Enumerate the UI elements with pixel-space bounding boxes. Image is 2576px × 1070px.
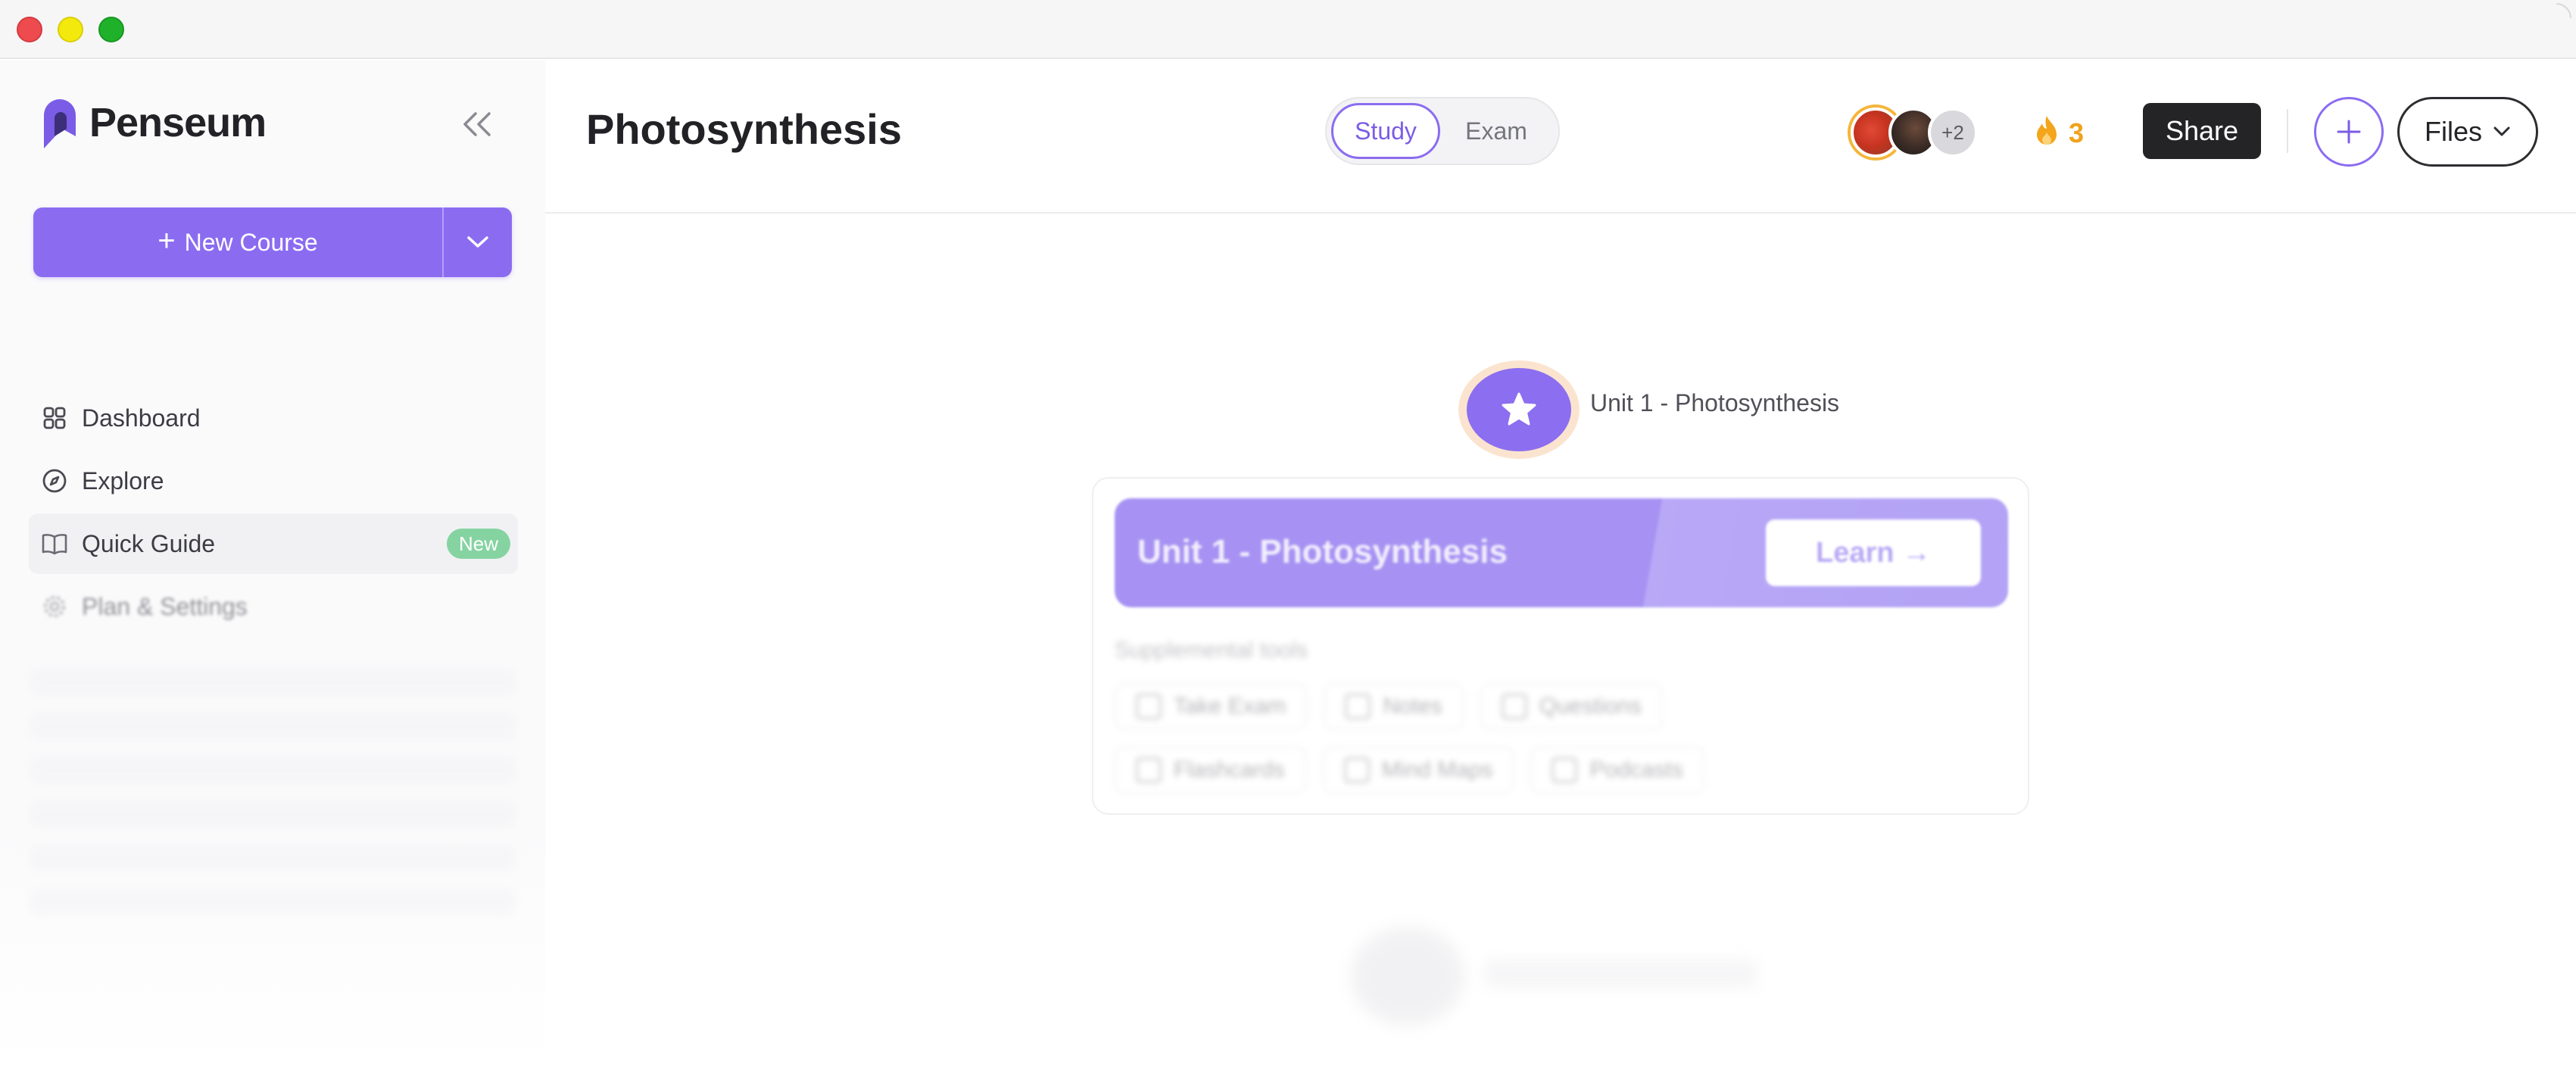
sidebar-nav: Dashboard Explore Quick Guide New Plan &… <box>29 388 518 639</box>
new-course-dropdown-button[interactable] <box>442 207 512 277</box>
learn-button[interactable]: Learn → <box>1766 519 1981 586</box>
sidebar-item-label: Plan & Settings <box>82 592 248 620</box>
sidebar-item-label: Explore <box>82 466 164 494</box>
unit-node-label: Unit 1 - Photosynthesis <box>1590 389 1840 416</box>
add-button[interactable] <box>2314 97 2384 167</box>
next-unit-label <box>1484 960 1757 987</box>
new-course-label: New Course <box>184 228 318 256</box>
sidebar-item-label: Dashboard <box>82 404 201 432</box>
new-course-split-button: + New Course <box>33 207 512 277</box>
header-divider <box>2287 109 2288 153</box>
chevron-down-icon <box>2493 126 2510 136</box>
collapse-sidebar-button[interactable] <box>453 100 501 148</box>
tool-label: Podcasts <box>1589 757 1683 782</box>
notes-icon <box>1345 694 1371 719</box>
sidebar-item-label: Quick Guide <box>82 529 216 557</box>
page-title: Photosynthesis <box>586 105 902 153</box>
streak-counter[interactable]: 3 <box>2034 112 2084 154</box>
unit-card: Unit 1 - Photosynthesis Learn → Suppleme… <box>1092 477 2029 815</box>
close-window-button[interactable] <box>17 17 42 42</box>
maximize-window-button[interactable] <box>98 17 124 42</box>
supplemental-tools: Supplemental tools Take Exam Notes Quest… <box>1115 638 2008 810</box>
minimize-window-button[interactable] <box>58 17 83 42</box>
unit-node-inner <box>1467 368 1571 451</box>
new-badge: New <box>446 529 510 559</box>
brand-name: Penseum <box>89 100 267 145</box>
compass-icon <box>41 467 68 494</box>
plus-icon: + <box>157 223 176 257</box>
star-icon <box>1502 392 1536 426</box>
sidebar-item-explore[interactable]: Explore <box>29 451 518 511</box>
tab-study[interactable]: Study <box>1331 103 1440 159</box>
files-label: Files <box>2424 116 2482 147</box>
mind-maps-button[interactable]: Mind Maps <box>1322 747 1514 794</box>
tab-exam[interactable]: Exam <box>1440 103 1552 159</box>
flame-icon <box>2034 114 2060 153</box>
tool-label: Questions <box>1539 694 1642 719</box>
exam-icon <box>1136 694 1162 719</box>
mind-map-icon <box>1343 757 1370 783</box>
sidebar-course-list-placeholder <box>15 651 530 1000</box>
questions-button[interactable]: Questions <box>1480 683 1663 730</box>
gear-icon <box>41 593 68 620</box>
supplemental-tools-label: Supplemental tools <box>1115 638 1308 663</box>
next-unit-node <box>1351 927 1464 1025</box>
book-icon <box>41 530 68 557</box>
take-exam-button[interactable]: Take Exam <box>1115 683 1308 730</box>
tool-row: Flashcards Mind Maps Podcasts <box>1115 747 2008 794</box>
unit-banner: Unit 1 - Photosynthesis Learn → <box>1115 498 2008 607</box>
chevron-down-icon <box>467 236 488 248</box>
tool-label: Mind Maps <box>1381 757 1493 782</box>
collaborator-avatars[interactable]: +2 <box>1851 103 2002 161</box>
podcasts-button[interactable]: Podcasts <box>1530 747 1704 794</box>
penseum-logo-icon <box>39 95 80 150</box>
flashcards-icon <box>1136 757 1162 783</box>
tool-label: Take Exam <box>1174 694 1286 719</box>
window-titlebar <box>0 0 2576 59</box>
new-course-button[interactable]: + New Course <box>33 207 442 277</box>
unit-node[interactable] <box>1458 360 1580 459</box>
notes-button[interactable]: Notes <box>1324 683 1464 730</box>
microphone-icon <box>1552 757 1578 783</box>
tool-label: Notes <box>1383 694 1442 719</box>
unit-card-title: Unit 1 - Photosynthesis <box>1137 533 1508 570</box>
sidebar: Penseum + New Course Dashboard Explore Q… <box>0 61 545 1070</box>
window-corner <box>2556 3 2571 18</box>
sidebar-item-dashboard[interactable]: Dashboard <box>29 388 518 448</box>
mode-toggle: Study Exam <box>1325 97 1560 165</box>
grid-icon <box>41 404 68 432</box>
flashcards-button[interactable]: Flashcards <box>1115 747 1306 794</box>
brand-logo[interactable]: Penseum <box>39 94 267 151</box>
sidebar-item-quick-guide[interactable]: Quick Guide New <box>29 513 518 574</box>
files-dropdown-button[interactable]: Files <box>2397 97 2538 167</box>
tool-label: Flashcards <box>1174 757 1285 782</box>
page-header: Photosynthesis Study Exam +2 3 Share Fil… <box>545 61 2576 214</box>
tool-row: Take Exam Notes Questions <box>1115 683 2008 730</box>
avatar-more-count: +2 <box>1928 108 1978 158</box>
double-chevron-left-icon <box>463 112 491 136</box>
streak-count: 3 <box>2069 117 2085 148</box>
questions-icon <box>1501 694 1527 719</box>
plus-icon <box>2337 120 2361 144</box>
share-button[interactable]: Share <box>2143 103 2261 159</box>
sidebar-item-plan-settings[interactable]: Plan & Settings <box>29 576 518 637</box>
